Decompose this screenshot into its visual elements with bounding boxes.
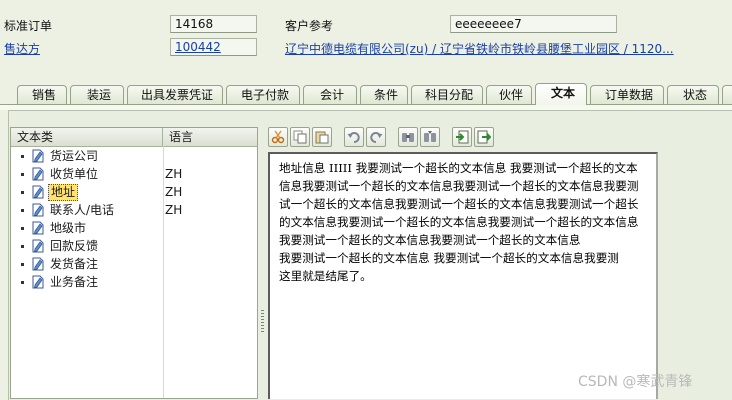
- editor-line: 试一个超长的文本信息我要测试一个超长的文本信息我要测试一个超长: [279, 197, 639, 211]
- tree-row[interactable]: 发货备注: [11, 255, 257, 273]
- cut-button[interactable]: [268, 127, 288, 147]
- tree-row[interactable]: 货运公司: [11, 147, 257, 165]
- find-button[interactable]: [398, 127, 418, 147]
- text-document-icon: [32, 167, 44, 181]
- paste-button[interactable]: [312, 127, 332, 147]
- tree-row-label[interactable]: 地级市: [50, 219, 86, 237]
- text-document-icon: [32, 239, 44, 253]
- export-button[interactable]: [474, 127, 494, 147]
- tab-conditions[interactable]: 条件: [360, 85, 408, 104]
- text-editor[interactable]: 地址信息 IIIII 我要测试一个超长的文本信息 我要测试一个超长的文本 信息我…: [268, 152, 658, 399]
- tree-row-language: ZH: [165, 203, 183, 217]
- text-document-icon: [32, 203, 44, 217]
- tab-accounting[interactable]: 会计: [303, 85, 357, 104]
- tab-sales[interactable]: 销售: [17, 85, 67, 104]
- tree-header: 文本类 语言: [11, 128, 257, 147]
- tree-bullet: [21, 281, 24, 284]
- export-icon: [477, 130, 491, 144]
- editor-line: 信息我要测试一个超长的文本信息我要测试一个超长的文本信息我要测: [279, 179, 639, 193]
- tab-status[interactable]: 状态: [667, 85, 719, 104]
- watermark: CSDN @寒武青锋: [578, 374, 693, 390]
- customer-ref-field[interactable]: eeeeeeee7: [450, 15, 617, 33]
- editor-line: 地址信息 IIIII 我要测试一个超长的文本信息 我要测试一个超长的文本: [279, 161, 638, 175]
- order-number-field[interactable]: 14168: [170, 15, 257, 33]
- editor-line: 的文本信息我要测试一个超长的文本信息我要测试一个超长的文本信息: [279, 215, 639, 229]
- tree-bullet: [21, 191, 24, 194]
- splitter-handle[interactable]: [261, 310, 264, 332]
- editor-line: 这里就是结尾了。: [279, 269, 372, 283]
- sold-to-field[interactable]: 100442: [170, 38, 257, 56]
- import-icon: [456, 130, 469, 144]
- tree-row-label[interactable]: 业务备注: [50, 273, 98, 291]
- tree-row-label[interactable]: 联系人/电话: [50, 201, 114, 219]
- tree-bullet: [21, 173, 24, 176]
- undo-button[interactable]: [344, 127, 364, 147]
- find-next-icon: [424, 131, 436, 142]
- tree-row-label[interactable]: 货运公司: [50, 147, 98, 165]
- tree-row[interactable]: 回款反馈: [11, 237, 257, 255]
- column-header-text-type[interactable]: 文本类: [11, 128, 163, 146]
- tree-bullet: [21, 209, 24, 212]
- tree-row-label[interactable]: 收货单位: [50, 165, 98, 183]
- tree-bullet: [21, 227, 24, 230]
- editor-line: 我要测试一个超长的文本信息我要测试一个超长的文本信息: [279, 233, 581, 247]
- tree-row[interactable]: 收货单位 ZH: [11, 165, 257, 183]
- tree-bullet: [21, 155, 24, 158]
- address-link[interactable]: 辽宁中德电缆有限公司(zu) / 辽宁省铁岭市铁岭县腰堡工业园区 / 1120.…: [285, 40, 674, 57]
- paste-icon: [315, 131, 329, 144]
- tab-order-data[interactable]: 订单数据: [590, 85, 664, 104]
- tab-account-assignment[interactable]: 科目分配: [411, 85, 483, 104]
- undo-icon: [347, 132, 360, 143]
- tree-row[interactable]: 地址 ZH: [11, 183, 257, 201]
- tree-row-label[interactable]: 回款反馈: [50, 237, 98, 255]
- text-document-icon: [32, 149, 44, 163]
- column-header-language[interactable]: 语言: [163, 128, 257, 146]
- text-document-icon: [32, 257, 44, 271]
- tree-bullet: [21, 263, 24, 266]
- copy-icon: [293, 130, 307, 144]
- text-type-tree: 文本类 语言 货运公司 收货单位 ZH 地址 ZH 联系人/电话 ZH 地级市 回款反馈 发货备注…: [10, 127, 258, 399]
- redo-button[interactable]: [366, 127, 386, 147]
- tab-shipping[interactable]: 装运: [70, 85, 124, 104]
- tree-row-label[interactable]: 地址: [48, 184, 79, 201]
- tab-billing-document[interactable]: 出具发票凭证: [127, 85, 223, 104]
- customer-ref-label: 客户参考: [285, 19, 334, 33]
- tab-payment-cards[interactable]: 电子付款: [226, 85, 300, 104]
- order-type-label: 标准订单: [4, 19, 53, 33]
- tab-strip: 销售 装运 出具发票凭证 电子付款 会计 条件 科目分配 伙伴 文本 订单数据 …: [0, 82, 732, 105]
- tree-row[interactable]: 地级市: [11, 219, 257, 237]
- tree-row[interactable]: 联系人/电话 ZH: [11, 201, 257, 219]
- tree-row-language: ZH: [165, 185, 183, 199]
- sold-to-value[interactable]: 100442: [175, 40, 221, 54]
- import-button[interactable]: [452, 127, 472, 147]
- find-icon: [402, 133, 414, 142]
- tab-overflow[interactable]: [722, 85, 732, 104]
- text-document-icon: [32, 185, 44, 199]
- tree-row-language: ZH: [165, 167, 183, 181]
- text-document-icon: [32, 221, 44, 235]
- tree-row-label[interactable]: 发货备注: [50, 255, 98, 273]
- tab-partners[interactable]: 伙伴: [486, 85, 532, 104]
- find-next-button[interactable]: [420, 127, 440, 147]
- copy-button[interactable]: [290, 127, 310, 147]
- redo-icon: [370, 132, 383, 143]
- tree-row[interactable]: 业务备注: [11, 273, 257, 291]
- tree-bullet: [21, 245, 24, 248]
- editor-line: 我要测试一个超长的文本信息 我要测试一个超长的文本信息我要测: [279, 251, 619, 265]
- tab-texts[interactable]: 文本: [535, 83, 587, 105]
- text-document-icon: [32, 275, 44, 289]
- sold-to-label[interactable]: 售达方: [4, 40, 40, 57]
- cut-icon: [271, 130, 285, 144]
